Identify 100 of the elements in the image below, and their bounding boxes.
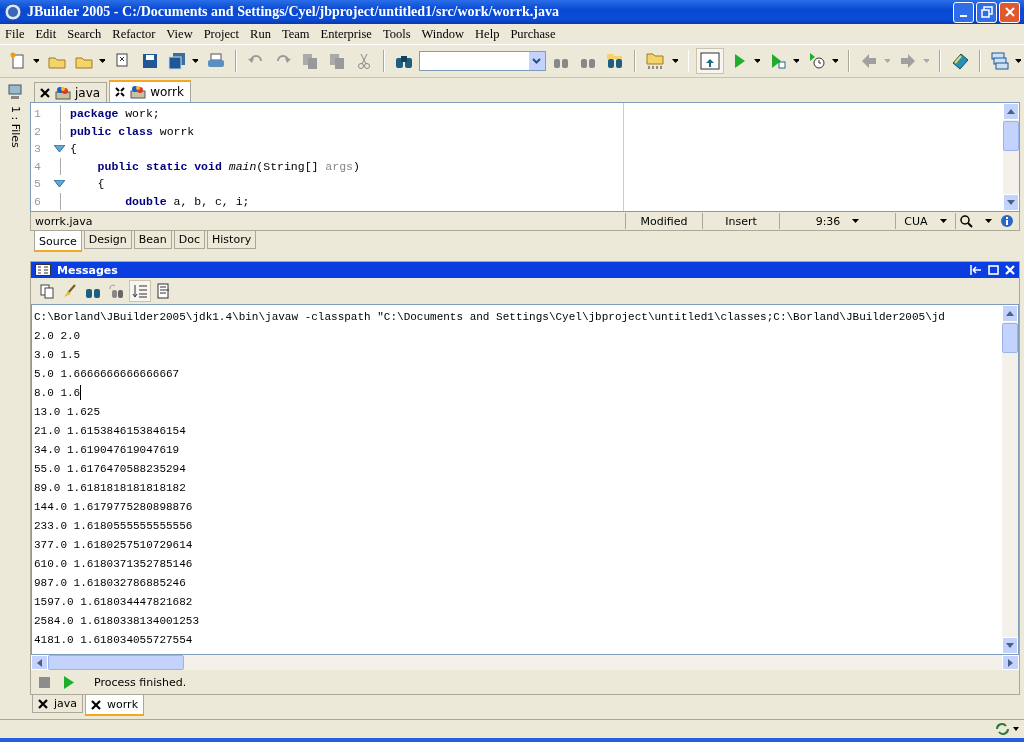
modified-status: Modified [625,213,702,229]
recycle-icon[interactable] [994,722,1020,736]
output-line: 2584.0 1.6180338134001253 [34,614,200,627]
output-line: C:\Borland\JBuilder2005\jdk1.4\bin\javaw -classpath "C:\Documents and Settings\Cyel\jbproject\untitled1\classes;C:\Borland\JBuilder2005\jd [34,310,945,323]
java-cup-icon [130,85,147,99]
line-number: 4 [33,159,42,173]
view-tab[interactable]: Bean [133,231,172,249]
editor-tab[interactable]: java [34,82,108,102]
dropdown-arrow-icon[interactable] [99,59,105,63]
sort-lines-icon[interactable] [129,280,151,302]
computer-icon[interactable] [7,84,23,100]
panel-title: Messages [57,263,118,277]
arrow-down-icon[interactable] [1007,199,1015,206]
view-tab[interactable]: Source [34,231,82,252]
pin-left-icon[interactable] [970,265,982,275]
output-line: 377.0 1.6180257510729614 [34,538,193,551]
output-line: 610.0 1.6180371352785146 [34,557,193,570]
line-number: 2 [33,124,42,138]
output-line: 34.0 1.619047619047619 [34,443,180,456]
close-button[interactable] [999,1,1020,23]
menu-item[interactable]: Window [421,26,465,42]
dropdown-arrow-icon[interactable] [33,59,39,63]
output-console[interactable] [31,304,1019,655]
keymap-dropdown[interactable]: CUA [895,213,955,229]
scroll-thumb[interactable] [1003,121,1019,151]
dropdown-arrow-icon[interactable] [671,59,678,63]
search-combo-field[interactable] [418,51,546,71]
menu-item[interactable]: Project [203,26,240,42]
dropdown-arrow-icon[interactable] [1015,59,1022,63]
editor-tab[interactable]: worrk [109,80,191,102]
menu-item[interactable]: Purchase [510,26,556,42]
output-line: 233.0 1.6180555555555556 [34,519,193,532]
view-tab[interactable]: Doc [173,231,206,249]
view-tab[interactable]: Design [83,231,132,249]
code-line: { [69,142,77,156]
close-icon[interactable] [39,86,51,99]
close-icon[interactable] [38,698,48,709]
arrow-down-icon[interactable] [1006,642,1014,649]
find-next-icon[interactable] [106,281,126,301]
code-line: public class worrk [69,124,195,138]
window-title: JBuilder 2005 - C:/Documents and Settings/Cyel/jbproject/untitled1/src/work/worrk.java [27,4,559,20]
code-line: public static void main(String[] args) [96,159,360,173]
horizontal-scrollbar[interactable] [31,655,1019,670]
message-tab[interactable]: java [32,695,84,713]
vertical-scrollbar[interactable] [1003,103,1019,211]
minimize-button[interactable] [953,1,974,23]
menu-item[interactable]: Help [475,26,500,42]
files-tab[interactable]: 1 : Files [8,106,22,148]
arrow-up-icon[interactable] [1007,108,1015,115]
line-number: 1 [33,107,42,121]
message-tab[interactable]: worrk [85,695,144,716]
run-icon[interactable] [64,675,74,689]
menu-item[interactable]: Team [281,26,310,42]
code-line: package work; [69,107,160,121]
layout-toggle-icon[interactable] [696,48,725,74]
scroll-thumb[interactable] [48,655,184,670]
insert-mode-status: Insert [702,213,779,229]
output-line: 13.0 1.625 [34,405,100,418]
view-tab[interactable]: History [207,231,257,249]
fold-triangle-icon[interactable] [54,180,65,188]
scroll-thumb[interactable] [1002,323,1018,353]
dropdown-arrow-icon[interactable] [192,59,198,63]
menu-item[interactable]: Tools [382,26,411,42]
dropdown-arrow-icon[interactable] [832,59,839,63]
chevron-down-icon [532,58,542,64]
dropdown-arrow-icon[interactable] [754,59,761,63]
maximize-icon[interactable] [988,265,999,275]
search-dropdown[interactable] [955,213,995,229]
output-line: 3.0 1.5 [34,348,81,361]
menu-item[interactable]: Run [250,26,271,42]
stop-icon[interactable] [39,676,50,688]
menu-item[interactable]: Search [67,26,102,42]
output-line: 21.0 1.6153846153846154 [34,424,186,437]
output-line: 5.0 1.6666666666666667 [34,367,180,380]
dropdown-arrow-icon[interactable] [793,59,800,63]
arrows-icon[interactable] [114,86,127,98]
menu-item[interactable]: Refactor [112,26,156,42]
close-icon[interactable] [91,699,102,710]
caret-icon [939,219,947,223]
arrow-up-icon[interactable] [1006,310,1014,317]
maximize-button[interactable] [976,1,997,23]
menu-item[interactable]: Enterprise [320,26,372,42]
output-line: 55.0 1.6176470588235294 [34,462,186,475]
arrow-left-icon[interactable] [36,658,43,667]
copy-icon[interactable] [37,281,57,301]
output-line: 4181.0 1.618034055727554 [34,633,193,646]
vertical-scrollbar[interactable] [1002,305,1018,654]
caret-icon [852,219,860,223]
output-line: 1597.0 1.618034447821682 [34,595,193,608]
fold-triangle-icon[interactable] [54,145,65,153]
line-number: 6 [33,194,42,208]
code-editor[interactable]: 1 package work; 2 public class worrk 3 { 4 public static void main(String[] args) 5 { 6 double a, b, c, i; [30,102,1020,212]
menu-item[interactable]: View [166,26,193,42]
menu-item[interactable]: File [5,26,25,42]
arrow-right-icon[interactable] [1007,658,1014,667]
menu-item[interactable]: Edit [35,26,57,42]
cursor-position-dropdown[interactable]: 9:36 [779,213,895,229]
minimize-icon [960,15,967,17]
file-name: worrk.java [34,214,94,228]
info-icon[interactable] [1001,215,1013,227]
